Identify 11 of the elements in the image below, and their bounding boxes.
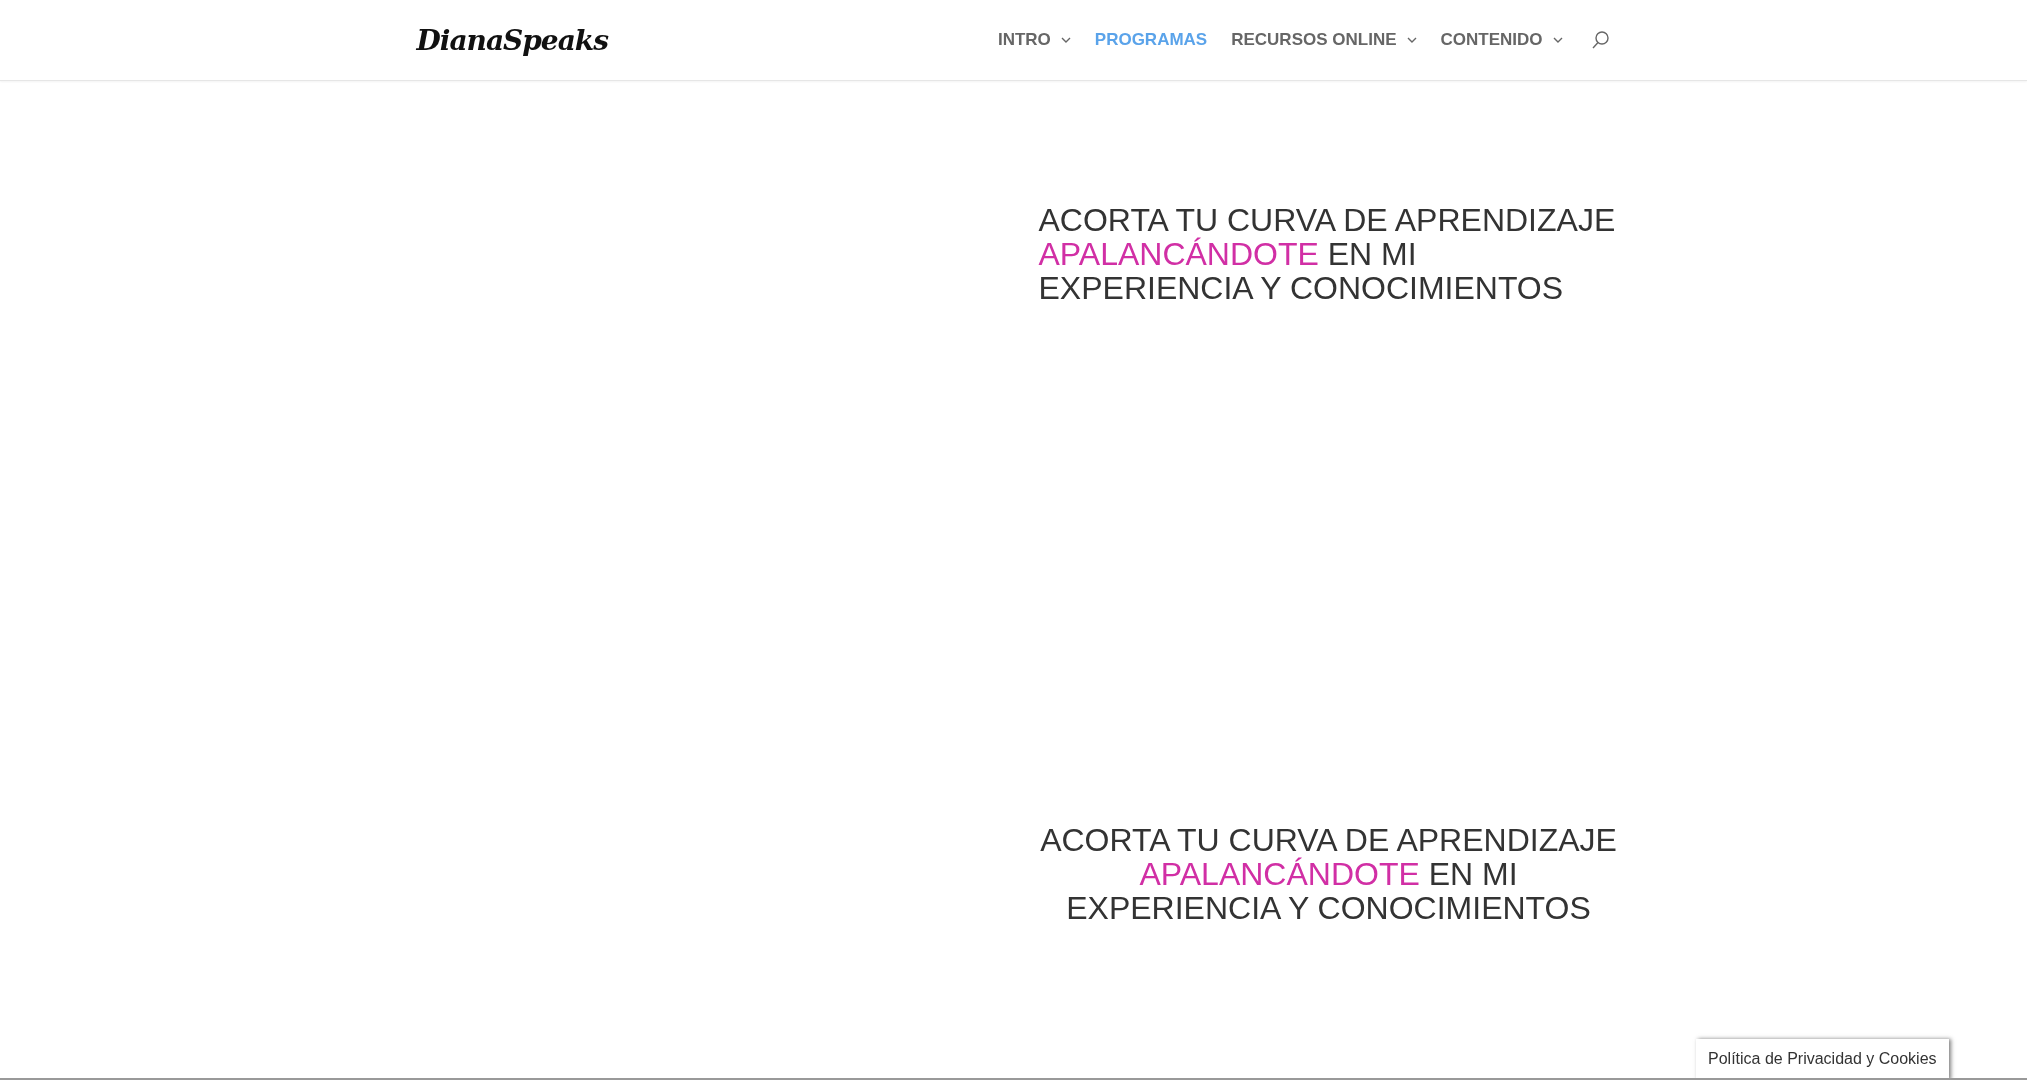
nav-link[interactable]: INTRO <box>997 30 1071 50</box>
nav-link[interactable]: CONTENIDO <box>1440 30 1563 50</box>
chevron-down-icon <box>1060 37 1071 43</box>
chevron-down-icon <box>1406 37 1417 43</box>
logo[interactable]: DianaSpeaks <box>416 23 608 57</box>
search-icon[interactable] <box>1590 30 1611 50</box>
section-heading: ACORTA TU CURVA DE APRENDIZAJE APALANCÁNDOTE EN MI EXPERIENCIA Y CONOCIMIENTOS <box>1039 823 1618 925</box>
privacy-cookies-link[interactable]: Política de Privacidad y Cookies <box>1696 1039 1949 1080</box>
nav-link[interactable]: RECURSOS ONLINE <box>1231 30 1417 50</box>
section-heading: ACORTA TU CURVA DE APRENDIZAJE APALANCÁNDOTE EN MI EXPERIENCIA Y CONOCIMIENTOS <box>1038 203 1617 305</box>
chevron-down-icon <box>1552 37 1563 43</box>
